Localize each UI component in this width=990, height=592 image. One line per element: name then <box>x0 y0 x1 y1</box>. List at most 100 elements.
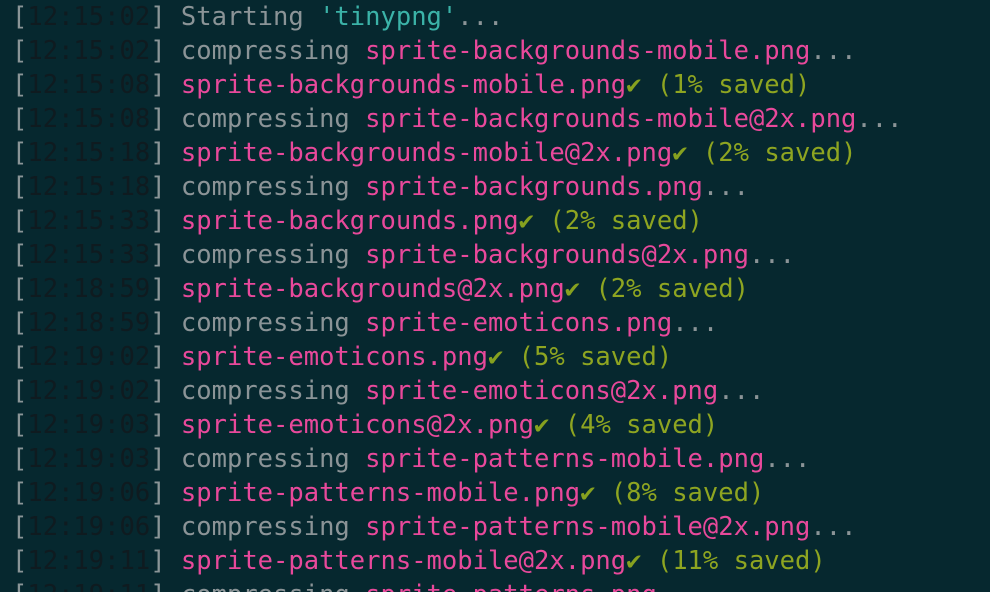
file-name: sprite-backgrounds@2x.png <box>180 274 565 304</box>
timestamp: 12:15:02 <box>27 36 151 66</box>
file-name: sprite-backgrounds-mobile@2x.png <box>365 104 857 134</box>
compressing-label: compressing <box>180 240 366 270</box>
check-mark-icon: ✔ <box>564 274 581 304</box>
timestamp: 12:19:03 <box>27 410 151 440</box>
timestamp: 12:15:08 <box>27 70 151 100</box>
terminal-line: [12:19:11] compressing sprite-patterns.p… <box>12 578 902 592</box>
file-name: sprite-patterns.png <box>365 580 657 592</box>
timestamp-close-bracket: ] <box>150 444 181 474</box>
timestamp-open-bracket: [ <box>12 308 28 338</box>
file-name: sprite-backgrounds.png <box>180 206 519 236</box>
saved-percentage: (2% saved) <box>702 138 857 168</box>
start-label: Starting <box>180 2 320 32</box>
timestamp-close-bracket: ] <box>150 410 181 440</box>
timestamp-open-bracket: [ <box>12 172 28 202</box>
timestamp-close-bracket: ] <box>150 104 181 134</box>
terminal-line: [12:15:18] sprite-backgrounds-mobile@2x.… <box>12 136 902 170</box>
timestamp-open-bracket: [ <box>12 376 28 406</box>
compressing-label: compressing <box>180 36 366 66</box>
timestamp-open-bracket: [ <box>12 206 28 236</box>
ellipsis: ... <box>810 512 857 542</box>
terminal-line: [12:18:59] compressing sprite-emoticons.… <box>12 306 902 340</box>
compressing-label: compressing <box>180 376 366 406</box>
timestamp-open-bracket: [ <box>12 580 27 592</box>
file-name: sprite-patterns-mobile.png <box>180 478 581 508</box>
timestamp-close-bracket: ] <box>150 546 181 576</box>
terminal-line: [12:19:11] sprite-patterns-mobile@2x.png… <box>12 544 902 578</box>
compressing-label: compressing <box>181 580 365 592</box>
timestamp-close-bracket: ] <box>150 138 181 168</box>
timestamp: 12:18:59 <box>27 308 151 338</box>
terminal-line: [12:15:08] compressing sprite-background… <box>12 102 902 136</box>
timestamp: 12:19:06 <box>27 478 151 508</box>
task-name: 'tinypng' <box>319 2 458 32</box>
timestamp-close-bracket: ] <box>150 70 181 100</box>
timestamp: 12:19:11 <box>27 580 150 592</box>
timestamp: 12:15:33 <box>27 240 151 270</box>
terminal-line: [12:19:06] sprite-patterns-mobile.png✔ (… <box>12 476 902 510</box>
terminal-line: [12:15:33] compressing sprite-background… <box>12 238 902 272</box>
timestamp-open-bracket: [ <box>12 70 28 100</box>
timestamp: 12:18:59 <box>27 274 151 304</box>
ellipsis: ... <box>748 240 796 270</box>
file-name: sprite-patterns-mobile.png <box>365 444 765 474</box>
compressing-label: compressing <box>180 308 366 338</box>
terminal-line: [12:15:08] sprite-backgrounds-mobile.png… <box>12 68 902 102</box>
terminal-line: [12:19:03] compressing sprite-patterns-m… <box>12 442 902 476</box>
timestamp-open-bracket: [ <box>12 444 28 474</box>
timestamp: 12:15:18 <box>27 172 151 202</box>
timestamp-open-bracket: [ <box>12 2 28 32</box>
timestamp: 12:19:03 <box>27 444 151 474</box>
timestamp: 12:15:08 <box>27 104 151 134</box>
check-mark-icon: ✔ <box>580 478 596 508</box>
terminal-window[interactable]: [12:15:02] Starting 'tinypng'... [12:15:0… <box>0 0 990 592</box>
timestamp-close-bracket: ] <box>150 512 181 542</box>
saved-percentage: (11% saved) <box>656 546 826 576</box>
terminal-line: [12:19:02] sprite-emoticons.png✔ (5% sav… <box>12 340 902 374</box>
check-mark-icon: ✔ <box>626 546 642 576</box>
compressing-label: compressing <box>180 104 366 134</box>
terminal-line: [12:15:33] sprite-backgrounds.png✔ (2% s… <box>12 204 902 238</box>
timestamp-close-bracket: ] <box>150 2 181 32</box>
file-name: sprite-patterns-mobile@2x.png <box>365 512 811 542</box>
file-name: sprite-backgrounds-mobile.png <box>365 36 811 66</box>
ellipsis: ... <box>764 444 811 474</box>
terminal-line: [12:18:59] sprite-backgrounds@2x.png✔ (2… <box>12 272 902 306</box>
ellipsis: ... <box>457 2 504 32</box>
file-name: sprite-backgrounds.png <box>365 172 703 202</box>
file-name: sprite-backgrounds-mobile@2x.png <box>180 138 673 168</box>
timestamp-close-bracket: ] <box>150 376 181 406</box>
ellipsis: ... <box>856 104 903 134</box>
timestamp: 12:15:33 <box>27 206 151 236</box>
terminal-line: [12:15:02] compressing sprite-background… <box>12 34 902 68</box>
timestamp-close-bracket: ] <box>150 342 181 372</box>
file-name: sprite-patterns-mobile@2x.png <box>180 546 627 576</box>
compressing-label: compressing <box>180 444 366 474</box>
timestamp-close-bracket: ] <box>150 580 181 592</box>
timestamp-open-bracket: [ <box>12 342 28 372</box>
file-name: sprite-emoticons@2x.png <box>180 410 535 440</box>
check-mark-icon: ✔ <box>487 342 504 372</box>
ellipsis: ... <box>702 172 749 202</box>
terminal-line: [12:19:02] compressing sprite-emoticons@… <box>12 374 902 408</box>
saved-percentage: (8% saved) <box>610 478 765 508</box>
timestamp-close-bracket: ] <box>150 308 181 338</box>
timestamp-close-bracket: ] <box>150 478 181 508</box>
timestamp: 12:19:02 <box>27 342 151 372</box>
file-name: sprite-backgrounds-mobile.png <box>180 70 627 100</box>
compressing-label: compressing <box>180 172 366 202</box>
saved-percentage: (2% saved) <box>595 274 749 304</box>
timestamp-close-bracket: ] <box>150 172 181 202</box>
ellipsis: ... <box>672 308 719 338</box>
timestamp-close-bracket: ] <box>150 36 181 66</box>
timestamp: 12:19:06 <box>27 512 151 542</box>
ellipsis: ... <box>657 580 703 592</box>
timestamp-open-bracket: [ <box>12 36 28 66</box>
check-mark-icon: ✔ <box>672 138 688 168</box>
ellipsis: ... <box>718 376 765 406</box>
terminal-line: [12:15:02] Starting 'tinypng'... <box>12 0 902 34</box>
file-name: sprite-emoticons.png <box>180 342 488 372</box>
ellipsis: ... <box>810 36 857 66</box>
timestamp: 12:19:02 <box>27 376 151 406</box>
timestamp-close-bracket: ] <box>150 240 181 270</box>
